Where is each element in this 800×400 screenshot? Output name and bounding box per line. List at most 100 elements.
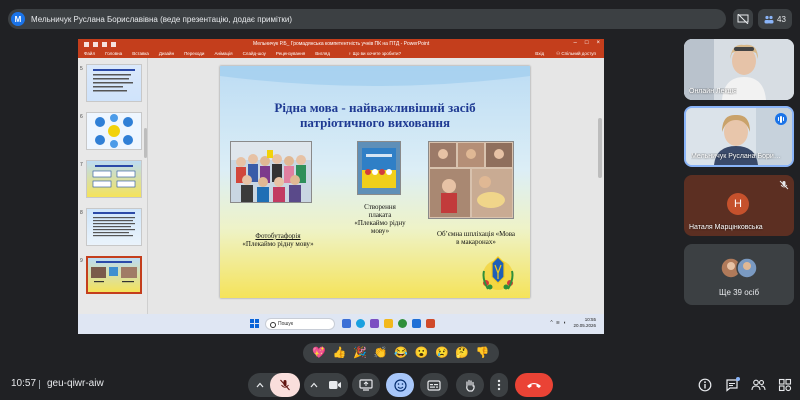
camera-toggle-button[interactable] [322, 373, 348, 397]
participant-tile-online-lecture[interactable]: Онлайн Лекція [684, 39, 794, 100]
people-count: 43 [777, 14, 786, 24]
participant-tile-presenter[interactable]: Мельничук Руслана Борисла... [684, 106, 794, 167]
raise-hand-button[interactable] [456, 373, 484, 397]
chat-button[interactable] [725, 377, 740, 392]
teams-icon[interactable] [370, 319, 379, 328]
chevron-up-icon [256, 382, 264, 388]
more-options-button[interactable] [490, 373, 508, 397]
presenter-title: Мельничук Руслана Бориславівна (веде пре… [31, 14, 293, 24]
taskbar-search[interactable]: Пошук [265, 318, 335, 330]
raise-hand-icon [466, 379, 475, 392]
reaction-thumbs-down[interactable]: 👎 [476, 347, 490, 359]
current-slide[interactable]: Рідна мова - найважливіший засіб патріот… [220, 66, 530, 298]
thumb-number: 6 [80, 114, 83, 120]
people-button[interactable]: 43 [758, 9, 792, 29]
share-button[interactable]: ⚇ Спільний доступ [556, 51, 596, 57]
reaction-thinking[interactable]: 🤔 [455, 347, 469, 359]
caption-poster: Створення плаката «Плекаймо рідну мову» [354, 203, 406, 235]
tell-me-search[interactable]: ♀ Що ви хочете зробити? [348, 51, 401, 56]
leave-call-button[interactable] [515, 373, 553, 397]
wifi-icon[interactable]: ≋ [556, 320, 560, 326]
windows-start-icon[interactable] [250, 319, 259, 328]
slide-thumbnail-5[interactable] [86, 64, 142, 102]
slide-thumbnail-6[interactable] [86, 112, 142, 150]
captions-button[interactable] [420, 373, 448, 397]
chevron-up-icon[interactable]: ^ [550, 320, 552, 326]
people-icon [764, 15, 774, 23]
redo-icon[interactable] [102, 41, 107, 47]
reaction-thumbs-up[interactable]: 👍 [333, 347, 347, 359]
camera-options-chevron-icon[interactable] [308, 379, 320, 391]
hide-presentation-button[interactable] [733, 9, 753, 29]
activities-button[interactable] [778, 378, 792, 392]
mic-toggle-button[interactable] [270, 373, 300, 397]
slide-thumbnail-7[interactable] [86, 160, 142, 198]
thumbnails-scrollbar[interactable] [144, 128, 147, 158]
meeting-details-button[interactable] [698, 378, 712, 392]
mic-options-chevron-icon[interactable] [254, 379, 266, 391]
info-icon [698, 378, 712, 392]
tab-transitions[interactable]: Переходи [184, 51, 204, 56]
thumbnail-preview [93, 69, 135, 92]
caption-photo-booth-title: Фотобутафорія [255, 232, 301, 240]
reaction-surprised[interactable]: 😮 [415, 347, 429, 359]
thumbnail-preview [93, 212, 135, 237]
tab-review[interactable]: Рецензування [276, 51, 305, 56]
close-icon[interactable]: × [596, 40, 600, 46]
slide-thumbnail-8[interactable] [86, 208, 142, 246]
thumbnail-preview [91, 261, 137, 283]
sign-in-link[interactable]: Вхід [535, 51, 544, 57]
mic-off-icon [779, 180, 789, 190]
file-explorer-icon[interactable] [384, 319, 393, 328]
tab-insert[interactable]: Вставка [132, 51, 149, 56]
participant-avatars-icon [720, 257, 758, 279]
more-participants-tile[interactable]: Ще 39 осіб [684, 244, 794, 305]
emoji-reactions-button[interactable] [386, 373, 414, 397]
task-view-icon[interactable] [342, 319, 351, 328]
children-photo-image [231, 142, 311, 202]
tab-home[interactable]: Головна [105, 51, 122, 56]
reaction-heart[interactable]: 💖 [312, 347, 326, 359]
tab-animation[interactable]: Анімація [214, 51, 232, 56]
ukraine-emblem-icon [482, 256, 514, 290]
slide-thumbnail-9[interactable] [86, 256, 142, 294]
tab-file[interactable]: Файл [84, 51, 95, 56]
word-icon[interactable] [412, 319, 421, 328]
chrome-icon[interactable] [398, 319, 407, 328]
ppt-ribbon: Файл Головна Вставка Дизайн Переходи Ані… [78, 49, 604, 58]
volume-icon[interactable]: ◖ [563, 320, 566, 326]
meeting-code[interactable]: geu-qiwr-aiw [47, 378, 104, 389]
microphone-control [248, 373, 300, 397]
present-icon[interactable] [111, 41, 116, 47]
present-screen-button[interactable] [352, 373, 380, 397]
taskbar-clock[interactable]: 10:55 20.05.2026 [573, 317, 596, 329]
presenter-bar: М Мельничук Руслана Бориславівна (веде п… [8, 9, 726, 29]
tab-design[interactable]: Дизайн [159, 51, 174, 56]
captions-icon [427, 379, 441, 391]
taskbar-search-label: Пошук [278, 321, 294, 327]
people-icon [751, 379, 766, 391]
reaction-party[interactable]: 🎉 [353, 347, 367, 359]
quick-access-toolbar [84, 41, 116, 47]
powerpoint-taskbar-icon[interactable] [426, 319, 435, 328]
maximize-icon[interactable]: □ [585, 40, 589, 46]
save-icon[interactable] [84, 41, 89, 47]
slide-title: Рідна мова - найважливіший засіб патріот… [274, 100, 476, 130]
participant-name: Мельничук Руслана Борисла... [691, 153, 783, 160]
undo-icon[interactable] [93, 41, 98, 47]
pasta-photo-image [429, 142, 513, 218]
window-controls: – □ × [574, 40, 600, 46]
edge-icon[interactable] [356, 319, 365, 328]
unread-badge [736, 377, 740, 381]
reaction-clap[interactable]: 👏 [374, 347, 388, 359]
thumb-number: 9 [80, 258, 83, 264]
windows-taskbar: Пошук ^ ≋ ◖ 10:55 20.05.2026 [78, 314, 604, 334]
tab-view[interactable]: Вигляд [315, 51, 330, 56]
reaction-laugh[interactable]: 😂 [394, 347, 408, 359]
reaction-sad[interactable]: 😢 [435, 347, 449, 359]
people-panel-button[interactable] [751, 378, 766, 392]
slide-scrollbar[interactable] [598, 118, 602, 178]
participant-tile-natalia[interactable]: Н Наталя Марцінковська [684, 175, 794, 236]
minimize-icon[interactable]: – [574, 40, 577, 46]
tab-slideshow[interactable]: Слайд-шоу [243, 51, 266, 56]
